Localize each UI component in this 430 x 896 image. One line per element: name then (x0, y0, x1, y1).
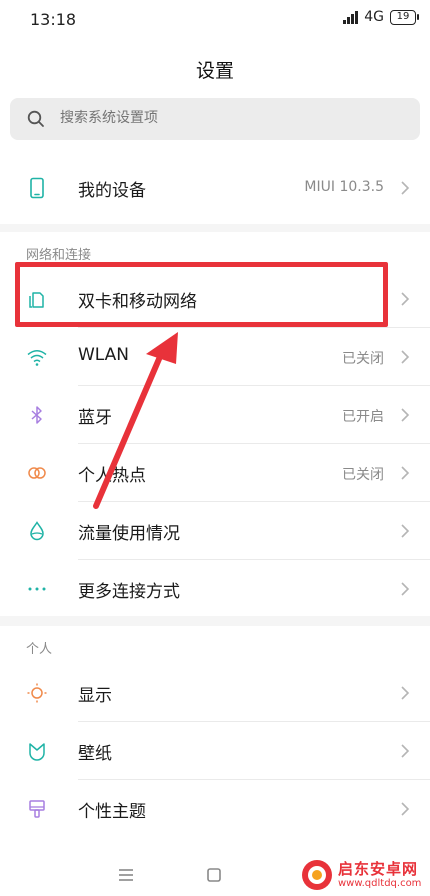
bluetooth-row[interactable]: 蓝牙 已开启 (0, 386, 430, 444)
page-title: 设置 (195, 60, 234, 82)
wallpaper-label: 壁纸 (78, 744, 112, 764)
chevron-right-icon (401, 292, 410, 306)
more-connections-label: 更多连接方式 (78, 582, 180, 602)
more-connections-row[interactable]: 更多连接方式 (0, 560, 430, 618)
data-usage-label: 流量使用情况 (78, 524, 180, 544)
search-box[interactable] (10, 98, 420, 140)
bluetooth-status: 已开启 (342, 409, 384, 425)
chevron-right-icon (401, 686, 410, 700)
network-group: 网络和连接 双卡和移动网络 WLAN 已关闭 蓝牙 已开启 个人热点 已关闭 流… (0, 232, 430, 616)
my-device-value: MIUI 10.3.5 (304, 179, 384, 195)
chevron-right-icon (401, 181, 410, 195)
chevron-right-icon (401, 524, 410, 538)
sim-card-icon (29, 292, 44, 308)
display-label: 显示 (78, 686, 112, 706)
wlan-status: 已关闭 (342, 351, 384, 367)
home-icon[interactable] (207, 868, 221, 882)
hotspot-label: 个人热点 (78, 466, 146, 486)
wallpaper-icon (29, 743, 45, 761)
chevron-right-icon (401, 744, 410, 758)
data-usage-row[interactable]: 流量使用情况 (0, 502, 430, 560)
bluetooth-icon (31, 406, 42, 424)
network-type: 4G (364, 9, 384, 25)
more-connections-icon (28, 587, 46, 591)
dual-sim-label: 双卡和移动网络 (78, 292, 197, 312)
title-bar: 设置 (0, 40, 430, 98)
section-header-personal: 个人 (26, 642, 53, 657)
watermark: 启东安卓网 www.qdltdq.com (300, 854, 430, 896)
status-bar: 13:18 4G 19 (0, 0, 430, 40)
phone-icon (30, 177, 44, 199)
chevron-right-icon (401, 408, 410, 422)
personal-group: 个人 显示 壁纸 个性主题 (0, 626, 430, 856)
display-row[interactable]: 显示 (0, 664, 430, 722)
theme-row[interactable]: 个性主题 (0, 780, 430, 838)
my-device-row[interactable]: 我的设备 MIUI 10.3.5 (0, 159, 430, 217)
menu-icon[interactable] (118, 868, 134, 882)
battery-icon: 19 (390, 9, 419, 25)
watermark-title: 启东安卓网 (338, 860, 419, 878)
hotspot-row[interactable]: 个人热点 已关闭 (0, 444, 430, 502)
chevron-right-icon (401, 582, 410, 596)
signal-icon (343, 10, 359, 24)
watermark-url: www.qdltdq.com (338, 878, 422, 889)
watermark-logo-icon (302, 860, 332, 890)
wifi-icon (27, 350, 47, 366)
device-group: 我的设备 MIUI 10.3.5 (0, 152, 430, 224)
search-input[interactable] (60, 109, 360, 125)
my-device-label: 我的设备 (78, 181, 146, 201)
data-usage-icon (30, 521, 44, 541)
search-area (0, 98, 430, 152)
hotspot-icon (28, 467, 46, 479)
bluetooth-label: 蓝牙 (78, 408, 112, 428)
wlan-row[interactable]: WLAN 已关闭 (0, 328, 430, 386)
theme-label: 个性主题 (78, 802, 146, 822)
chevron-right-icon (401, 350, 410, 364)
chevron-right-icon (401, 466, 410, 480)
dual-sim-row[interactable]: 双卡和移动网络 (0, 270, 430, 328)
status-time: 13:18 (30, 10, 77, 29)
wallpaper-row[interactable]: 壁纸 (0, 722, 430, 780)
chevron-right-icon (401, 802, 410, 816)
section-header-network: 网络和连接 (26, 248, 92, 263)
status-icons: 4G 19 (343, 9, 419, 25)
search-icon (27, 110, 44, 127)
display-icon (27, 683, 47, 703)
wlan-label: WLAN (78, 345, 130, 365)
hotspot-status: 已关闭 (342, 467, 384, 483)
theme-icon (29, 800, 45, 818)
